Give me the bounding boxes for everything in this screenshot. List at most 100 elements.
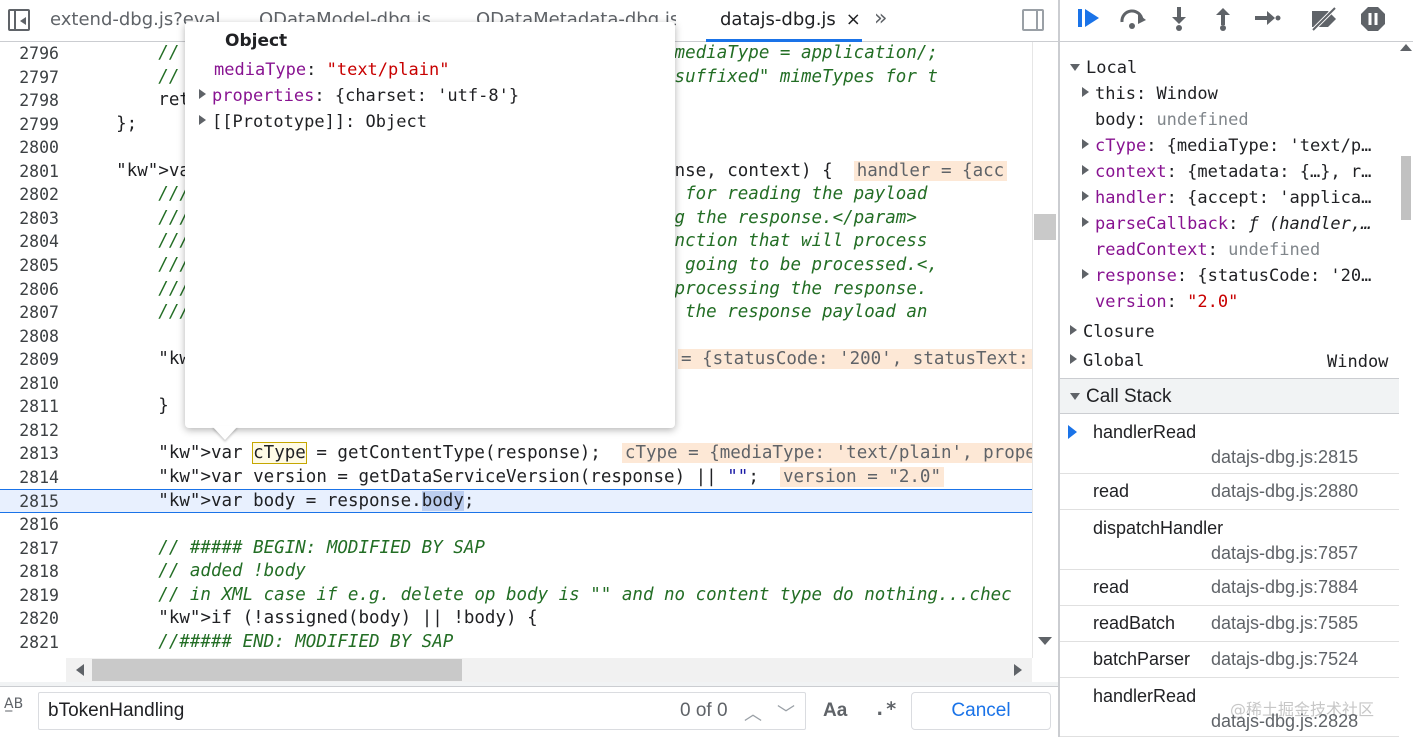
code-line[interactable]: 2817 // ##### BEGIN: MODIFIED BY SAP [0,537,1032,561]
regex-button[interactable]: .* [874,698,897,720]
line-number[interactable]: 2815 [0,490,59,514]
sidebar-scroll-thumb[interactable] [1401,156,1411,220]
call-frame[interactable]: read datajs-dbg.js:7884 [1060,570,1399,606]
line-number[interactable]: 2796 [0,42,59,66]
line-number[interactable]: 2813 [0,442,59,466]
frame-location[interactable]: datajs-dbg.js:7585 [1211,613,1358,634]
line-number[interactable]: 2811 [0,395,59,419]
line-number[interactable]: 2800 [0,136,59,160]
line-number[interactable]: 2798 [0,89,59,113]
expand-triangle-icon[interactable] [1082,139,1089,149]
frame-location[interactable]: datajs-dbg.js:2815 [1211,447,1358,468]
editor-horizontal-scroll-thumb[interactable] [92,659,462,681]
scope-variable[interactable]: body: undefined [1082,110,1400,130]
line-number[interactable]: 2807 [0,301,59,325]
call-stack-header[interactable]: Call Stack [1060,378,1399,414]
line-number[interactable]: 2799 [0,113,59,137]
next-match-icon[interactable]: ﹀ [777,700,795,726]
line-number[interactable]: 2812 [0,419,59,443]
line-number[interactable]: 2806 [0,278,59,302]
scope-variable[interactable]: context: {metadata: {…}, r… [1082,162,1400,182]
code-line[interactable]: 2815 "kw">var body = response.body; [0,489,1032,513]
line-number[interactable]: 2804 [0,230,59,254]
line-number[interactable]: 2816 [0,513,59,537]
call-frame[interactable]: handlerRead datajs-dbg.js:2828 [1060,678,1399,737]
code-line[interactable]: 2814 "kw">var version = getDataServiceVe… [0,466,1032,490]
frame-location[interactable]: datajs-dbg.js:7524 [1211,649,1358,670]
expand-triangle-icon[interactable] [1070,325,1077,335]
scope-variable[interactable]: handler: {accept: 'applica… [1082,188,1400,208]
scroll-down-icon[interactable] [1038,637,1052,645]
close-tab-icon[interactable]: × [846,9,861,30]
sidebar-scrollbar[interactable] [1399,42,1413,737]
line-number[interactable]: 2817 [0,537,59,561]
frame-location[interactable]: datajs-dbg.js:7884 [1211,577,1358,598]
expand-triangle-icon[interactable] [1070,354,1077,364]
call-frame[interactable]: readBatch datajs-dbg.js:7585 [1060,606,1399,642]
popover-row-prototype[interactable]: [[Prototype]]: Object [199,112,427,132]
toggle-debugger-icon[interactable] [1022,9,1044,31]
editor-vertical-scroll-thumb[interactable] [1034,214,1056,240]
scope-variable[interactable]: response: {statusCode: '20… [1082,266,1400,286]
line-number[interactable]: 2808 [0,325,59,349]
expand-triangle-icon[interactable] [199,115,206,125]
scope-variable[interactable]: readContext: undefined [1082,240,1400,260]
expand-triangle-icon[interactable] [199,89,206,99]
more-tabs-icon[interactable]: » [874,6,887,31]
tab-datajs-dbg[interactable]: datajs-dbg.js × [706,0,862,42]
editor-vertical-scrollbar[interactable] [1032,42,1058,658]
scope-local-header[interactable]: Local [1070,58,1400,78]
expand-triangle-icon[interactable] [1082,165,1089,175]
line-number[interactable]: 2802 [0,183,59,207]
scope-variable[interactable]: cType: {mediaType: 'text/p… [1082,136,1400,156]
scope-variable[interactable]: this: Window [1082,84,1400,104]
expand-triangle-icon[interactable] [1082,191,1089,201]
step-out-icon[interactable] [1206,6,1240,34]
cancel-button[interactable]: Cancel [911,692,1051,730]
line-number[interactable]: 2821 [0,631,59,655]
code-line[interactable]: 2820 "kw">if (!assigned(body) || !body) … [0,607,1032,631]
line-number[interactable]: 2801 [0,160,59,184]
popover-row-properties[interactable]: properties: {charset: 'utf-8'} [199,86,519,106]
line-number[interactable]: 2818 [0,560,59,584]
frame-location[interactable]: datajs-dbg.js:7857 [1211,543,1358,564]
pause-on-exceptions-icon[interactable] [1356,6,1390,34]
line-number[interactable]: 2820 [0,607,59,631]
frame-location[interactable]: datajs-dbg.js:2828 [1211,711,1358,732]
scroll-left-icon[interactable] [76,664,84,676]
call-frame[interactable]: batchParser datajs-dbg.js:7524 [1060,642,1399,678]
line-number[interactable]: 2797 [0,66,59,90]
line-number[interactable]: 2805 [0,254,59,278]
frame-location[interactable]: datajs-dbg.js:2880 [1211,481,1358,502]
expand-triangle-icon[interactable] [1082,87,1089,97]
expand-triangle-icon[interactable] [1082,269,1089,279]
expand-triangle-icon[interactable] [1082,217,1089,227]
code-line[interactable]: 2821 //##### END: MODIFIED BY SAP [0,631,1032,655]
deactivate-breakpoints-icon[interactable] [1308,6,1342,34]
line-number[interactable]: 2809 [0,348,59,372]
line-number[interactable]: 2814 [0,466,59,490]
previous-match-icon[interactable]: ︿ [744,700,762,726]
scope-variable[interactable]: version: "2.0" [1082,292,1400,312]
line-number[interactable]: 2822 [0,654,59,658]
line-number[interactable]: 2803 [0,207,59,231]
replace-toggle-icon[interactable]: A̲B [4,696,23,712]
scope-variable[interactable]: parseCallback: ƒ (handler,… [1082,214,1400,234]
code-line[interactable]: 2818 // added !body [0,560,1032,584]
scope-closure-header[interactable]: Closure [1070,322,1400,342]
scroll-up-icon[interactable] [1400,44,1412,51]
step-into-icon[interactable] [1162,6,1196,34]
code-line[interactable]: 2816 [0,513,1032,537]
line-number[interactable]: 2810 [0,372,59,396]
line-number[interactable]: 2819 [0,584,59,608]
call-frame[interactable]: dispatchHandler datajs-dbg.js:7857 [1060,510,1399,570]
step-icon[interactable] [1250,6,1284,34]
call-frame[interactable]: handlerRead datajs-dbg.js:2815 [1060,414,1399,474]
step-over-icon[interactable] [1116,6,1150,34]
code-line[interactable]: 2819 // in XML case if e.g. delete op bo… [0,584,1032,608]
call-frame[interactable]: read datajs-dbg.js:2880 [1060,474,1399,510]
match-case-button[interactable]: Aa [823,700,847,722]
toggle-navigator-icon[interactable] [8,9,30,31]
resume-icon[interactable] [1072,6,1106,34]
scroll-right-icon[interactable] [1014,664,1022,676]
